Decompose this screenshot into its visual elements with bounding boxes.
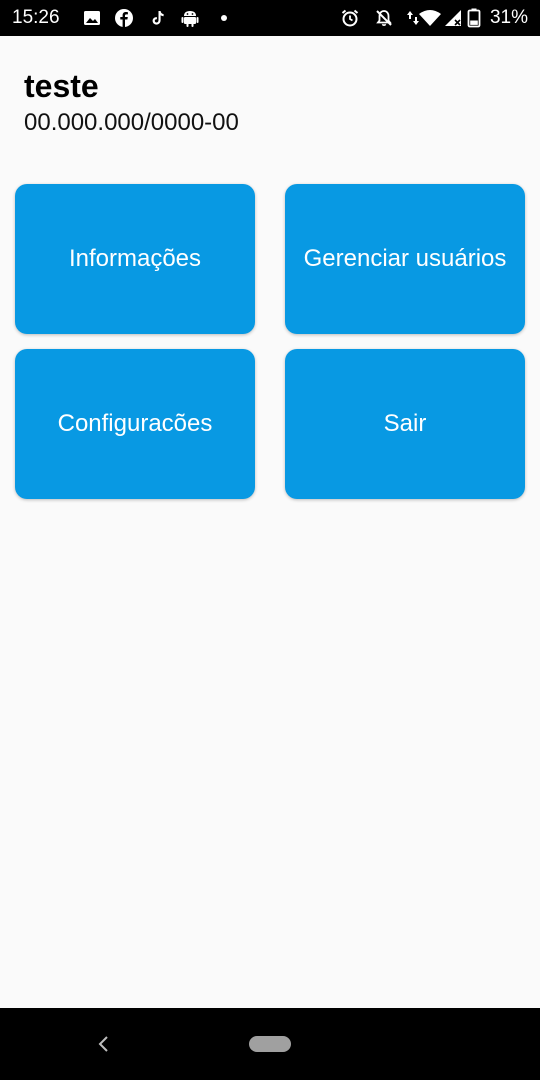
battery-percent: 31% — [489, 7, 528, 28]
info-button-label: Informações — [68, 245, 202, 272]
signal-icon — [445, 10, 461, 26]
android-icon — [181, 11, 199, 27]
dot-icon — [221, 15, 227, 21]
tiktok-icon — [152, 11, 164, 25]
facebook-icon — [115, 9, 133, 27]
info-button[interactable]: Informações — [15, 184, 255, 334]
home-pill[interactable] — [249, 1036, 291, 1052]
status-bar: 15:26 31% — [0, 0, 540, 36]
status-time: 15:26 — [12, 7, 60, 28]
manage-users-button-label: Gerenciar usuários — [303, 245, 507, 272]
navigation-bar — [0, 1008, 540, 1080]
battery-icon — [467, 8, 481, 28]
exit-button[interactable]: Sair — [285, 349, 525, 499]
image-icon — [84, 11, 100, 25]
manage-users-button[interactable]: Gerenciar usuários — [285, 184, 525, 334]
wifi-icon — [419, 10, 441, 26]
bell-off-icon — [376, 10, 392, 26]
settings-button[interactable]: Configuracões — [15, 349, 255, 499]
exit-button-label: Sair — [383, 410, 427, 437]
company-id: 00.000.000/0000-00 — [24, 109, 239, 136]
company-name: teste — [24, 68, 99, 104]
back-icon[interactable] — [92, 1032, 116, 1056]
company-header: teste 00.000.000/0000-00 — [24, 66, 239, 138]
alarm-icon — [341, 9, 359, 27]
settings-button-label: Configuracões — [57, 410, 213, 437]
